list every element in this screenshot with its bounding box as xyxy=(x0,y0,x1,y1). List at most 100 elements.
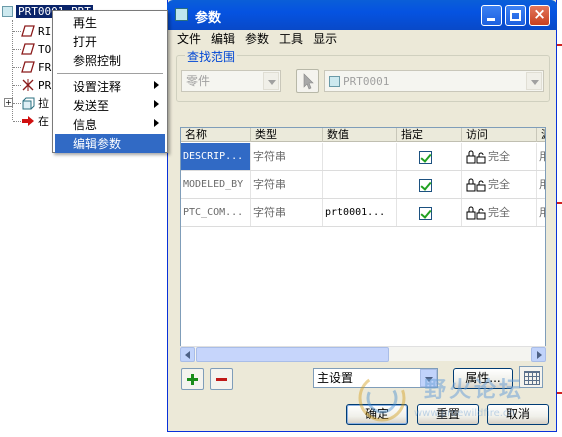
cell-source[interactable]: 用户定义 xyxy=(537,171,545,198)
tree-item-label: FR xyxy=(38,60,52,74)
menu-item-edit-parameters[interactable]: 编辑参数 xyxy=(55,134,165,153)
menu-item-send-to[interactable]: 发送至 xyxy=(55,96,165,115)
table-header: 名称 类型 数值 指定 访问 源 xyxy=(181,128,545,142)
scrollbar-thumb[interactable] xyxy=(196,347,389,362)
cell-access[interactable]: 完全 xyxy=(462,199,537,226)
cell-value[interactable] xyxy=(323,143,397,170)
menu-tools[interactable]: 工具 xyxy=(274,31,308,48)
extrude-icon xyxy=(22,97,35,110)
tree-item-extrude[interactable]: 拉 xyxy=(21,94,49,112)
tree-item-coord-system[interactable]: PR xyxy=(21,76,51,94)
cell-name[interactable]: PTC_COM... xyxy=(181,199,251,226)
datum-plane-icon xyxy=(21,61,35,73)
cell-source[interactable]: 用户定义 xyxy=(537,199,545,226)
column-header-access[interactable]: 访问 xyxy=(462,128,537,142)
menu-item-label: 打开 xyxy=(73,35,98,49)
cell-name[interactable]: DESCRIP... xyxy=(181,143,251,170)
menu-item-info[interactable]: 信息 xyxy=(55,115,165,134)
chevron-down-icon xyxy=(420,369,437,387)
datum-plane-icon xyxy=(21,43,35,55)
context-menu: 再生 打开 参照控制 设置注释 发送至 信息 编辑参数 xyxy=(52,10,168,153)
menu-item-open[interactable]: 打开 xyxy=(55,32,165,51)
designate-checkbox[interactable] xyxy=(419,179,432,192)
settings-select[interactable]: 主设置 xyxy=(313,368,438,388)
scroll-left-arrow-icon[interactable] xyxy=(180,347,195,362)
cancel-button[interactable]: 取消 xyxy=(487,404,549,425)
datum-plane-icon xyxy=(21,25,35,37)
object-select[interactable]: PRT0001 xyxy=(324,70,544,92)
properties-button[interactable]: 属性... xyxy=(453,368,513,389)
insert-arrow-icon xyxy=(22,116,34,126)
cell-type[interactable]: 字符串 xyxy=(251,143,323,170)
access-label: 完全 xyxy=(488,206,510,219)
cell-source[interactable]: 用户定义 xyxy=(537,143,545,170)
designate-checkbox[interactable] xyxy=(419,151,432,164)
background-marker xyxy=(557,392,562,394)
tree-item-label: 拉 xyxy=(38,97,49,110)
designate-checkbox[interactable] xyxy=(419,207,432,220)
cell-type[interactable]: 字符串 xyxy=(251,171,323,198)
table-row[interactable]: MODELED_BY 字符串 完全 用户定义 xyxy=(181,171,545,199)
tree-connector xyxy=(13,121,21,122)
cell-access[interactable]: 完全 xyxy=(462,171,537,198)
menu-item-reference-control[interactable]: 参照控制 xyxy=(55,51,165,70)
tree-item-datum-plane-2[interactable]: TO xyxy=(21,40,51,58)
object-type-select[interactable]: 零件 xyxy=(181,70,281,92)
cell-designate xyxy=(397,199,462,226)
menu-item-label: 发送至 xyxy=(73,99,110,113)
cell-name[interactable]: MODELED_BY xyxy=(181,171,251,198)
tree-connector xyxy=(13,67,21,68)
remove-parameter-button[interactable] xyxy=(210,368,233,390)
maximize-icon xyxy=(510,10,521,21)
coordinate-system-icon xyxy=(22,79,34,91)
cell-type[interactable]: 字符串 xyxy=(251,199,323,226)
tree-item-datum-plane-1[interactable]: RI xyxy=(21,22,51,40)
reset-button[interactable]: 重置 xyxy=(417,404,479,425)
menu-parameters[interactable]: 参数 xyxy=(240,31,274,48)
search-scope-label: 查找范围 xyxy=(185,48,238,65)
background-marker xyxy=(557,202,562,204)
cell-value[interactable] xyxy=(323,171,397,198)
table-row[interactable]: DESCRIP... 字符串 完全 用户定义 xyxy=(181,143,545,171)
select-object-button[interactable] xyxy=(296,69,319,93)
tree-connector xyxy=(13,31,21,32)
column-header-source[interactable]: 源 xyxy=(537,128,545,142)
column-header-type[interactable]: 类型 xyxy=(251,128,323,142)
menu-item-label: 参照控制 xyxy=(73,54,122,68)
maximize-button[interactable] xyxy=(505,5,526,26)
part-icon xyxy=(2,5,13,17)
menu-item-label: 设置注释 xyxy=(73,80,122,94)
background-marker xyxy=(557,44,562,46)
tree-item-datum-plane-3[interactable]: FR xyxy=(21,58,51,76)
table-horizontal-scrollbar[interactable] xyxy=(180,346,546,362)
submenu-arrow-icon xyxy=(154,100,159,108)
search-scope-group: 查找范围 零件 PRT0001 xyxy=(176,48,550,102)
menu-file[interactable]: 文件 xyxy=(172,31,206,48)
add-parameter-button[interactable] xyxy=(181,368,204,390)
lock-icon xyxy=(466,178,486,192)
menu-display[interactable]: 显示 xyxy=(308,31,342,48)
menu-item-label: 再生 xyxy=(73,16,98,30)
menu-item-regenerate[interactable]: 再生 xyxy=(55,13,165,32)
tree-connector xyxy=(13,85,21,86)
menu-edit[interactable]: 编辑 xyxy=(206,31,240,48)
ok-button[interactable]: 确定 xyxy=(346,404,408,425)
table-layout-icon[interactable] xyxy=(519,366,543,388)
object-type-value: 零件 xyxy=(186,74,211,88)
cell-access[interactable]: 完全 xyxy=(462,143,537,170)
cell-value[interactable]: prt0001... xyxy=(323,199,397,226)
column-header-name[interactable]: 名称 xyxy=(181,128,251,142)
column-header-designate[interactable]: 指定 xyxy=(397,128,462,142)
scroll-right-arrow-icon[interactable] xyxy=(531,347,546,362)
dialog-title-bar[interactable]: 参数 × xyxy=(167,0,557,30)
table-row[interactable]: PTC_COM... 字符串 prt0001... 完全 用户定义 xyxy=(181,199,545,227)
submenu-arrow-icon xyxy=(154,81,159,89)
dialog-menu-bar: 文件 编辑 参数 工具 显示 xyxy=(172,31,342,48)
menu-item-set-annotation[interactable]: 设置注释 xyxy=(55,77,165,96)
column-header-value[interactable]: 数值 xyxy=(323,128,397,142)
parameters-dialog: 参数 × 文件 编辑 参数 工具 显示 查找范围 零件 PRT0001 名称 类… xyxy=(167,0,557,432)
close-button[interactable]: × xyxy=(529,5,550,26)
tree-item-insert-here[interactable]: 在 xyxy=(21,112,49,130)
minimize-button[interactable] xyxy=(481,5,502,26)
expand-plus-icon[interactable]: + xyxy=(4,98,13,107)
